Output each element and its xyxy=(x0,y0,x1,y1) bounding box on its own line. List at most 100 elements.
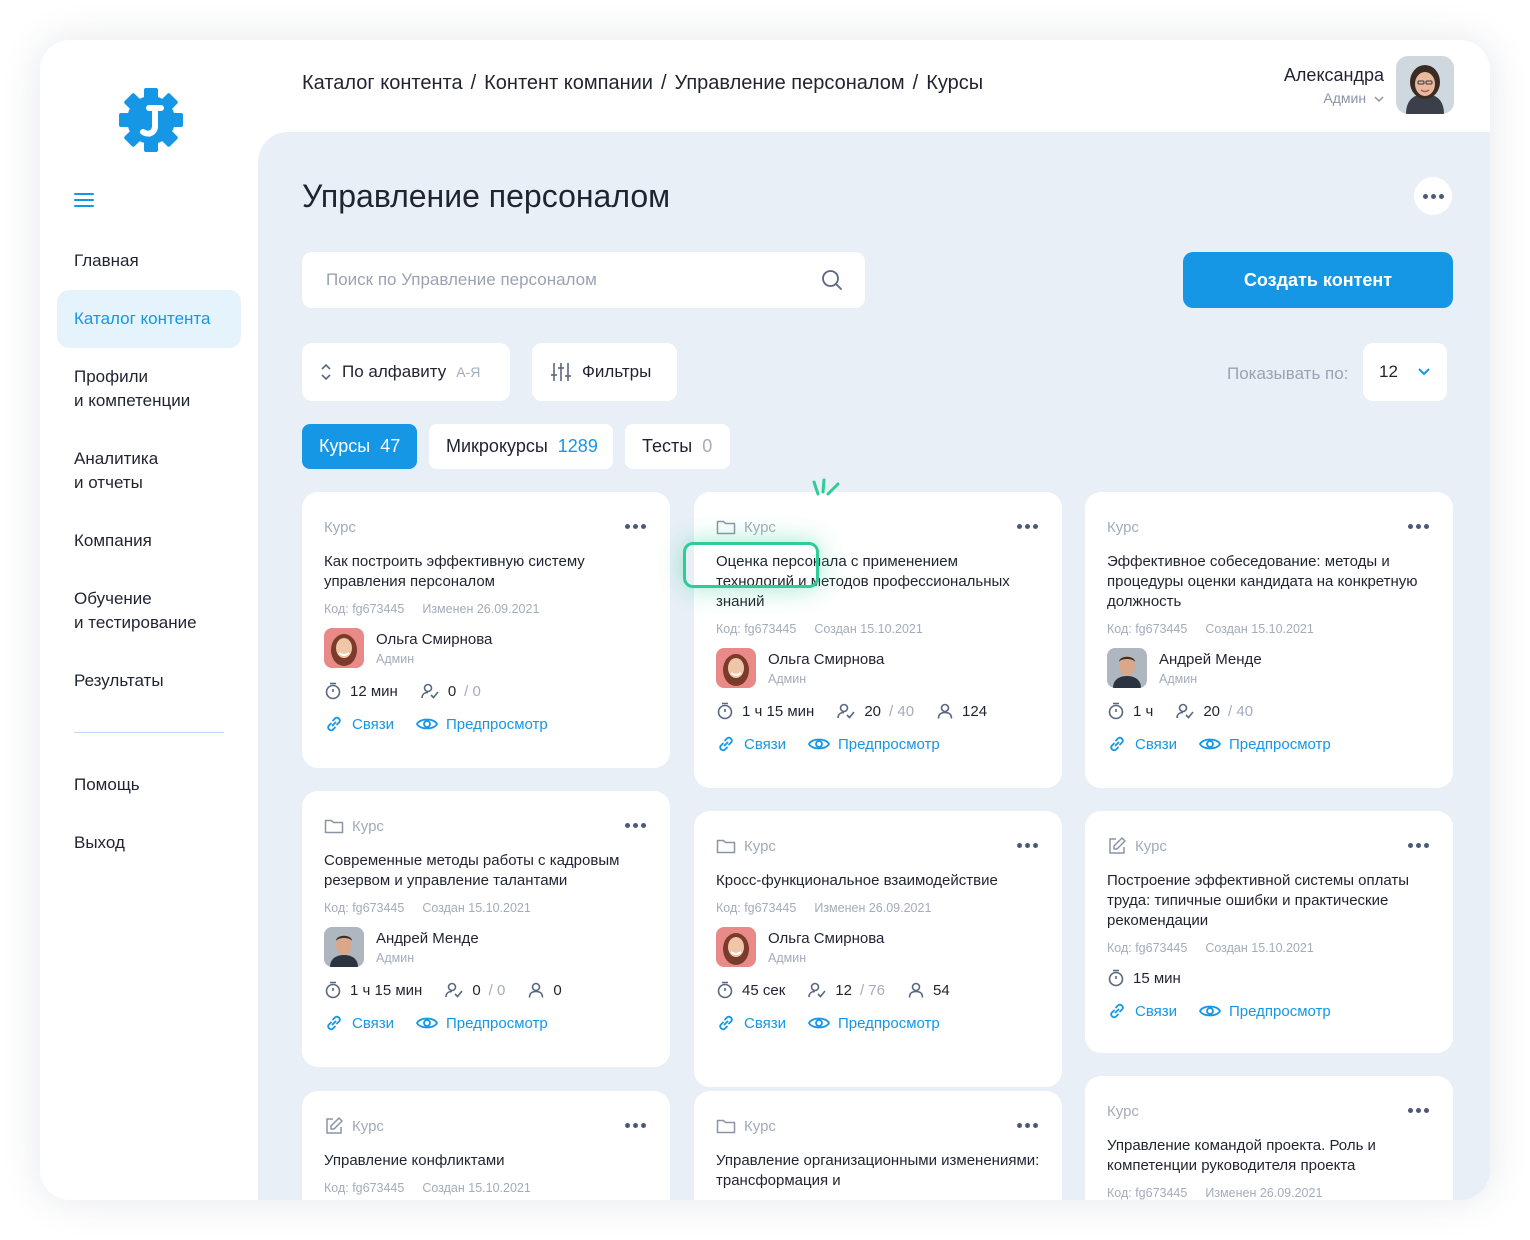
card-title[interactable]: Построение эффективной системы оплаты тр… xyxy=(1107,871,1431,931)
preview-button[interactable]: Предпросмотр xyxy=(808,1013,940,1033)
card-code: Код: fg673445 xyxy=(324,901,405,915)
card-progress: 0 xyxy=(472,981,481,999)
card-more-icon[interactable] xyxy=(625,823,646,828)
page-title: Управление персоналом xyxy=(302,178,671,214)
author-role: Админ xyxy=(376,651,415,666)
card-participants: 124 xyxy=(962,702,988,720)
sort-icon xyxy=(321,363,331,381)
sort-label: По алфавиту xyxy=(342,362,447,381)
card-duration: 12 мин xyxy=(350,682,398,700)
sidebar-item-home[interactable]: Главная xyxy=(57,232,241,290)
sidebar-item-profiles[interactable]: Профили и компетенции xyxy=(57,348,241,430)
card-title[interactable]: Современные методы работы с кадровым рез… xyxy=(324,851,648,891)
card-more-icon[interactable] xyxy=(625,524,646,529)
card-code: Код: fg673445 xyxy=(1107,1186,1188,1200)
card-code: Код: fg673445 xyxy=(324,1181,405,1195)
avatar xyxy=(716,927,756,967)
course-card[interactable]: Курс Управление конфликтами Код: fg67344… xyxy=(302,1091,670,1200)
filter-icon xyxy=(551,363,571,381)
card-date: Изменен 26.09.2021 xyxy=(814,901,932,915)
card-progress: 20 xyxy=(1203,702,1221,720)
card-more-icon[interactable] xyxy=(1408,843,1429,848)
links-button[interactable]: Связи xyxy=(324,714,394,734)
preview-button[interactable]: Предпросмотр xyxy=(416,714,548,734)
card-type-label: Курс xyxy=(352,1117,384,1135)
tab-microcourses[interactable]: Микрокурсы 1289 xyxy=(429,424,613,469)
card-title[interactable]: Управление командой проекта. Роль и комп… xyxy=(1107,1136,1431,1176)
author-role: Админ xyxy=(768,950,807,965)
page-more-button[interactable] xyxy=(1414,177,1452,215)
links-button[interactable]: Связи xyxy=(324,1013,394,1033)
eye-icon xyxy=(1199,738,1222,750)
card-code: Код: fg673445 xyxy=(716,901,797,915)
sidebar-item-help[interactable]: Помощь xyxy=(57,756,241,814)
filters-label: Фильтры xyxy=(582,362,652,381)
eye-icon xyxy=(808,738,831,750)
edit-icon xyxy=(1109,837,1126,854)
user-name: Александра xyxy=(1283,64,1384,85)
sort-dropdown[interactable]: По алфавиту А-Я xyxy=(302,343,510,401)
card-title[interactable]: Как построить эффективную систему управл… xyxy=(324,552,648,592)
card-title[interactable]: Управление конфликтами xyxy=(324,1151,648,1171)
links-button[interactable]: Связи xyxy=(716,1013,786,1033)
create-content-button[interactable]: Создать контент xyxy=(1183,252,1453,308)
preview-button[interactable]: Предпросмотр xyxy=(808,734,940,754)
avatar xyxy=(716,648,756,688)
sidebar-item-results[interactable]: Результаты xyxy=(57,652,241,710)
user-menu[interactable]: Александра Админ xyxy=(1284,56,1454,114)
card-type-label: Курс xyxy=(744,1117,776,1135)
card-progress-total: / 40 xyxy=(1228,702,1254,720)
card-more-icon[interactable] xyxy=(1017,1123,1038,1128)
card-title[interactable]: Кросс-функциональное взаимодействие xyxy=(716,871,1040,891)
card-more-icon[interactable] xyxy=(1408,1108,1429,1113)
course-card[interactable]: Курс Оценка персонала с применением техн… xyxy=(694,492,1062,788)
chevron-down-icon xyxy=(1418,368,1430,376)
breadcrumb-item[interactable]: Каталог контента xyxy=(302,72,463,95)
links-button[interactable]: Связи xyxy=(1107,1001,1177,1021)
sidebar-item-logout[interactable]: Выход xyxy=(57,814,241,872)
author-name: Ольга Смирнова xyxy=(376,630,493,648)
sidebar-item-analytics[interactable]: Аналитика и отчеты xyxy=(57,430,241,512)
sidebar-item-learning[interactable]: Обучение и тестирование xyxy=(57,570,241,652)
preview-button[interactable]: Предпросмотр xyxy=(1199,734,1331,754)
sidebar-item-content-catalog[interactable]: Каталог контента xyxy=(57,290,241,348)
sidebar-item-company[interactable]: Компания xyxy=(57,512,241,570)
search-input[interactable] xyxy=(324,269,821,291)
course-card[interactable]: Курс Построение эффективной системы опла… xyxy=(1085,811,1453,1053)
course-card[interactable]: Курс Эффективное собеседование: методы и… xyxy=(1085,492,1453,788)
card-progress-total: / 76 xyxy=(859,981,885,999)
menu-toggle-icon[interactable] xyxy=(74,193,94,209)
chevron-down-icon[interactable] xyxy=(1374,95,1384,103)
user-icon xyxy=(529,982,544,998)
card-more-icon[interactable] xyxy=(1017,843,1038,848)
avatar[interactable] xyxy=(1396,56,1454,114)
card-type-label: Курс xyxy=(1135,837,1167,855)
search-icon[interactable] xyxy=(821,269,843,291)
user-check-icon xyxy=(1176,703,1194,719)
preview-button[interactable]: Предпросмотр xyxy=(1199,1001,1331,1021)
card-duration: 45 сек xyxy=(742,981,786,999)
course-card[interactable]: Курс Современные методы работы с кадровы… xyxy=(302,791,670,1067)
tab-courses[interactable]: Курсы 47 xyxy=(302,424,417,469)
author-role: Админ xyxy=(768,671,807,686)
links-button[interactable]: Связи xyxy=(1107,734,1177,754)
card-title[interactable]: Эффективное собеседование: методы и проц… xyxy=(1107,552,1431,612)
card-more-icon[interactable] xyxy=(1017,524,1038,529)
course-card[interactable]: Курс Кросс-функциональное взаимодействие… xyxy=(694,811,1062,1087)
filters-button[interactable]: Фильтры xyxy=(532,343,677,401)
course-card[interactable]: Курс Как построить эффективную систему у… xyxy=(302,492,670,768)
card-more-icon[interactable] xyxy=(625,1123,646,1128)
preview-button[interactable]: Предпросмотр xyxy=(416,1013,548,1033)
breadcrumb-item[interactable]: Контент компании xyxy=(484,72,653,95)
card-more-icon[interactable] xyxy=(1408,524,1429,529)
card-title[interactable]: Управление организационными изменениями:… xyxy=(716,1151,1040,1191)
page-size-select[interactable]: 12 xyxy=(1363,343,1447,401)
link-icon xyxy=(1110,736,1124,752)
card-type-label: Курс xyxy=(744,518,776,536)
breadcrumb-item[interactable]: Управление персоналом xyxy=(675,72,905,95)
tab-tests[interactable]: Тесты 0 xyxy=(625,424,730,469)
course-card[interactable]: Курс Управление организационными изменен… xyxy=(694,1091,1062,1200)
course-card[interactable]: Курс Управление командой проекта. Роль и… xyxy=(1085,1076,1453,1200)
links-button[interactable]: Связи xyxy=(716,734,786,754)
author-name: Ольга Смирнова xyxy=(768,650,885,668)
